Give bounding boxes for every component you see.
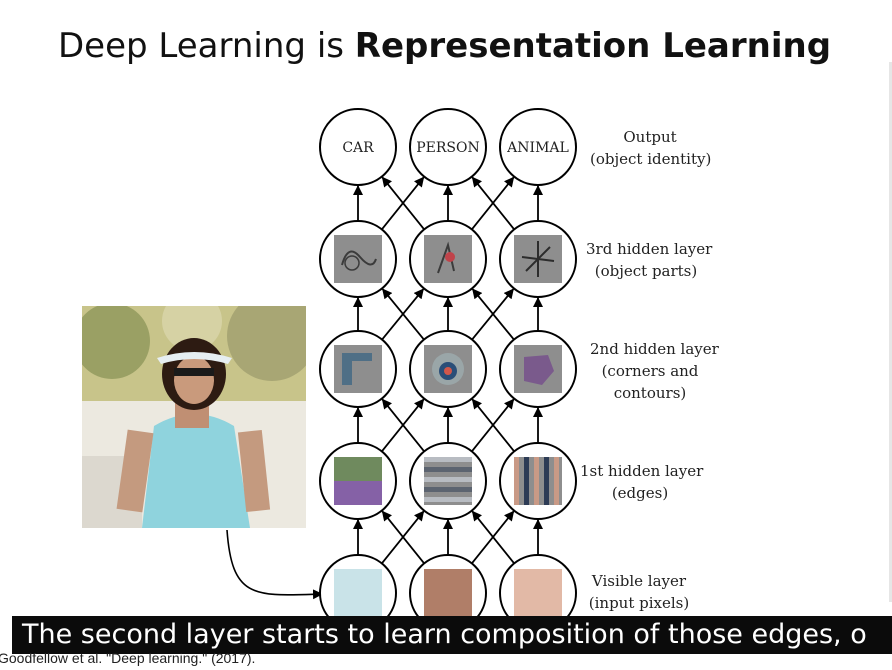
node-output-2: PERSON: [409, 108, 487, 186]
node-output-3: ANIMAL: [499, 108, 577, 186]
label-hidden1-line2: (edges): [611, 484, 669, 502]
label-hidden2-line2: (corners and: [601, 362, 699, 380]
photo-to-input-arrow: [226, 529, 323, 600]
input-pixel-swatch: [514, 569, 562, 617]
label-output-line2: (object identity): [590, 150, 712, 168]
label-visible-line2: (input pixels): [588, 594, 690, 612]
output-node-label: PERSON: [416, 140, 480, 156]
label-output-line1: Output: [623, 128, 677, 146]
output-node-label: ANIMAL: [506, 140, 569, 156]
citation: Goodfellow et al. "Deep learning." (2017…: [0, 650, 256, 666]
node-hidden2-1: [319, 330, 397, 408]
node-hidden2-3: [499, 330, 577, 408]
node-hidden2-2: [409, 330, 487, 408]
label-hidden3-line2: (object parts): [594, 262, 698, 280]
input-pixel-swatch: [424, 569, 472, 617]
feature-thumbnail: [334, 345, 382, 393]
video-caption: The second layer starts to learn composi…: [12, 616, 892, 654]
label-hidden2: 2nd hidden layer (corners and contours): [590, 338, 719, 404]
node-hidden3-2: [409, 220, 487, 298]
label-hidden2-line1: 2nd hidden layer: [590, 340, 719, 358]
label-output: Output (object identity): [590, 126, 712, 170]
output-node-label: CAR: [342, 140, 374, 156]
label-visible-line1: Visible layer: [591, 572, 687, 590]
label-hidden1: 1st hidden layer (edges): [580, 460, 704, 504]
label-hidden1-line1: 1st hidden layer: [580, 462, 704, 480]
label-hidden3-line1: 3rd hidden layer: [586, 240, 713, 258]
node-hidden1-1: [319, 442, 397, 520]
node-hidden1-2: [409, 442, 487, 520]
label-hidden3: 3rd hidden layer (object parts): [586, 238, 713, 282]
node-hidden3-1: [319, 220, 397, 298]
label-visible: Visible layer (input pixels): [579, 570, 699, 614]
node-hidden1-3: [499, 442, 577, 520]
node-output-1: CAR: [319, 108, 397, 186]
label-hidden2-line3: contours): [613, 384, 687, 402]
network-diagram: CAR PERSON ANIMAL: [226, 108, 577, 632]
input-pixel-swatch: [334, 569, 382, 617]
node-hidden3-3: [499, 220, 577, 298]
